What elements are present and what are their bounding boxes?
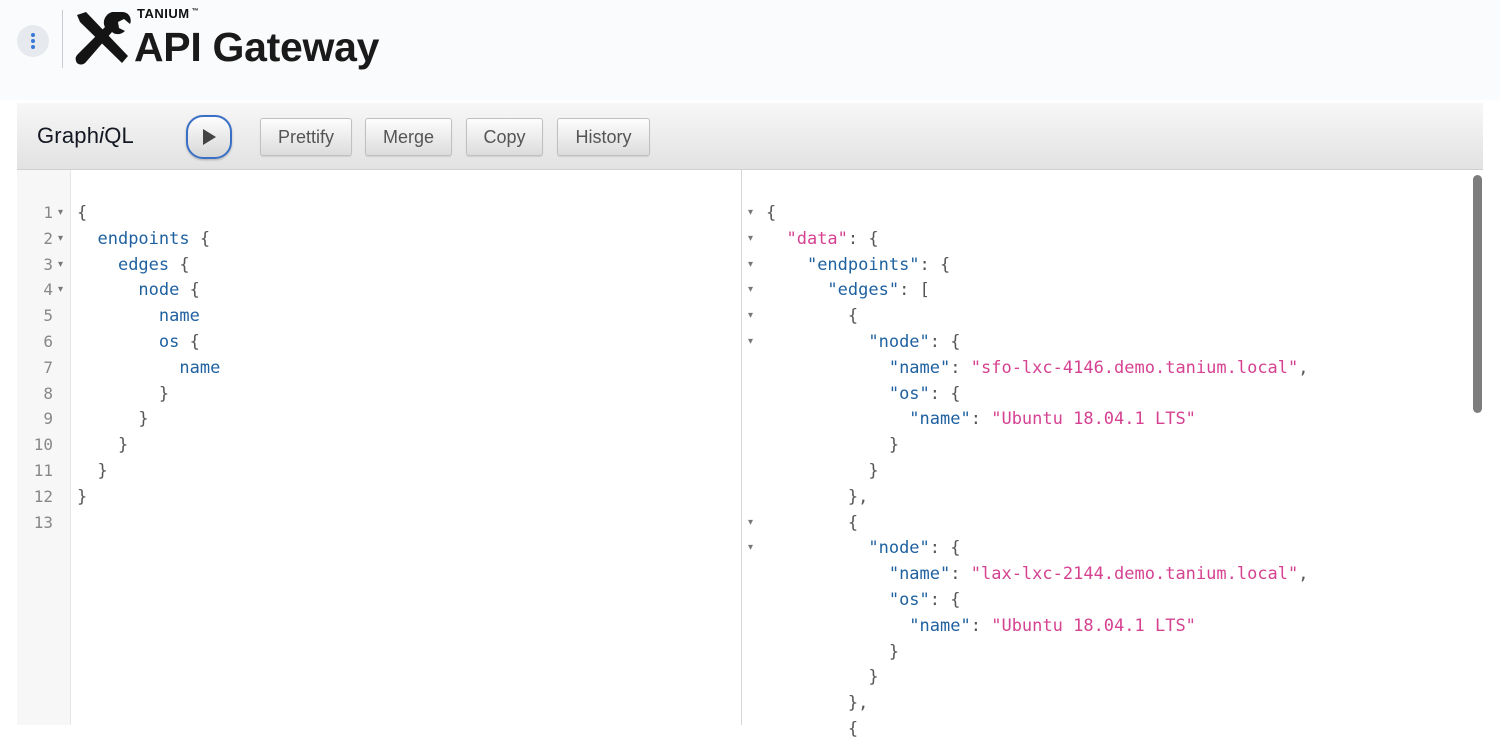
prettify-button[interactable]: Prettify: [260, 118, 352, 156]
result-code-line: "data": {: [786, 228, 879, 249]
query-editor[interactable]: { endpoints { edges { node { name os { n…: [17, 170, 741, 725]
result-code-line: {: [847, 306, 859, 327]
result-code-line: "name": "Ubuntu 18.04.1 LTS": [909, 409, 1196, 430]
fold-arrow-icon[interactable]: ▾: [748, 303, 753, 329]
merge-button[interactable]: Merge: [365, 118, 452, 156]
line-number: 6: [43, 332, 53, 351]
fold-arrow-icon[interactable]: ▾: [748, 226, 753, 252]
trademark-symbol: ™: [191, 8, 200, 15]
query-code-line[interactable]: }: [77, 381, 169, 407]
result-code-line: "node": {: [868, 538, 961, 559]
execute-query-button[interactable]: [186, 115, 232, 159]
result-code-line: }: [888, 641, 900, 662]
header-divider: [62, 10, 63, 68]
result-code-line: "edges": [: [827, 280, 930, 301]
query-code-line[interactable]: }: [77, 458, 107, 484]
graphiql-title: GraphiQL: [37, 123, 134, 149]
query-code-line[interactable]: }: [77, 406, 148, 432]
tools-logo-icon: [72, 10, 132, 73]
query-code-line[interactable]: edges {: [77, 252, 190, 278]
brand-name: TANIUM ™: [137, 6, 199, 21]
line-number: 5: [43, 306, 53, 326]
result-code-line: }: [888, 435, 900, 456]
result-code-line: "name": "Ubuntu 18.04.1 LTS": [909, 615, 1196, 636]
query-code-line[interactable]: endpoints {: [77, 226, 210, 252]
result-code-line: {: [847, 719, 859, 739]
line-number: 7: [43, 357, 53, 377]
query-code-line[interactable]: name: [77, 355, 220, 381]
fold-arrow-icon[interactable]: ▾: [58, 252, 63, 278]
query-code-line[interactable]: name: [77, 303, 200, 329]
query-code-line[interactable]: }: [77, 432, 128, 458]
line-number: 2: [43, 228, 53, 248]
line-number: 9: [43, 409, 53, 429]
fold-arrow-icon[interactable]: ▾: [58, 200, 63, 226]
result-code-line: "name": "lax-lxc-2144.demo.tanium.local"…: [888, 564, 1309, 585]
result-viewer: { ▾ "data": { ▾ "endpoints": { ▾ "edges": […: [742, 170, 1472, 739]
fold-arrow-icon[interactable]: ▾: [748, 329, 753, 355]
fold-arrow-icon[interactable]: ▾: [58, 226, 63, 252]
graphiql-title-suffix: QL: [104, 123, 134, 148]
query-code-line[interactable]: node {: [77, 277, 199, 303]
line-number: 12: [33, 486, 53, 506]
result-code-line: "os": {: [888, 590, 961, 610]
fold-arrow-icon[interactable]: ▾: [748, 510, 753, 536]
history-button[interactable]: History: [557, 118, 650, 156]
app-header: TANIUM ™ API Gateway: [0, 0, 1500, 100]
line-number: 1: [43, 203, 53, 222]
page-title: API Gateway: [134, 24, 380, 70]
fold-arrow-icon[interactable]: ▾: [748, 252, 753, 278]
query-code-line[interactable]: {: [77, 200, 87, 226]
line-number: 4: [43, 280, 53, 300]
result-code-line: {: [766, 203, 777, 223]
line-number: 10: [33, 435, 53, 455]
fold-arrow-icon[interactable]: ▾: [748, 277, 753, 303]
fold-arrow-icon[interactable]: ▾: [748, 200, 753, 226]
query-code-line[interactable]: }: [77, 484, 87, 510]
line-number: 11: [33, 461, 53, 480]
result-code-line: {: [847, 512, 859, 533]
result-code-line: "node": {: [868, 332, 961, 352]
result-code-line: },: [847, 486, 869, 507]
kebab-menu-icon[interactable]: [17, 25, 49, 57]
result-scrollbar-thumb[interactable]: [1473, 175, 1482, 413]
play-icon: [203, 129, 216, 145]
result-code-line: }: [868, 461, 879, 481]
brand-small-text: TANIUM: [137, 6, 190, 21]
graphiql-toolbar: GraphiQL Prettify Merge Copy History: [17, 103, 1483, 170]
copy-button[interactable]: Copy: [466, 118, 543, 156]
result-code-line: },: [847, 693, 869, 714]
result-code-line: "endpoints": {: [806, 254, 951, 275]
fold-arrow-icon[interactable]: ▾: [748, 535, 753, 561]
graphiql-title-prefix: Graph: [37, 123, 100, 148]
result-code-line: }: [868, 667, 879, 688]
result-code-line: "os": {: [888, 383, 961, 404]
line-number: 8: [43, 383, 53, 403]
query-code-line[interactable]: os {: [77, 329, 200, 355]
line-number: 13: [33, 512, 53, 532]
result-code-line: "name": "sfo-lxc-4146.demo.tanium.local"…: [888, 357, 1309, 378]
fold-arrow-icon[interactable]: ▾: [58, 277, 63, 303]
line-number: 3: [43, 254, 53, 274]
